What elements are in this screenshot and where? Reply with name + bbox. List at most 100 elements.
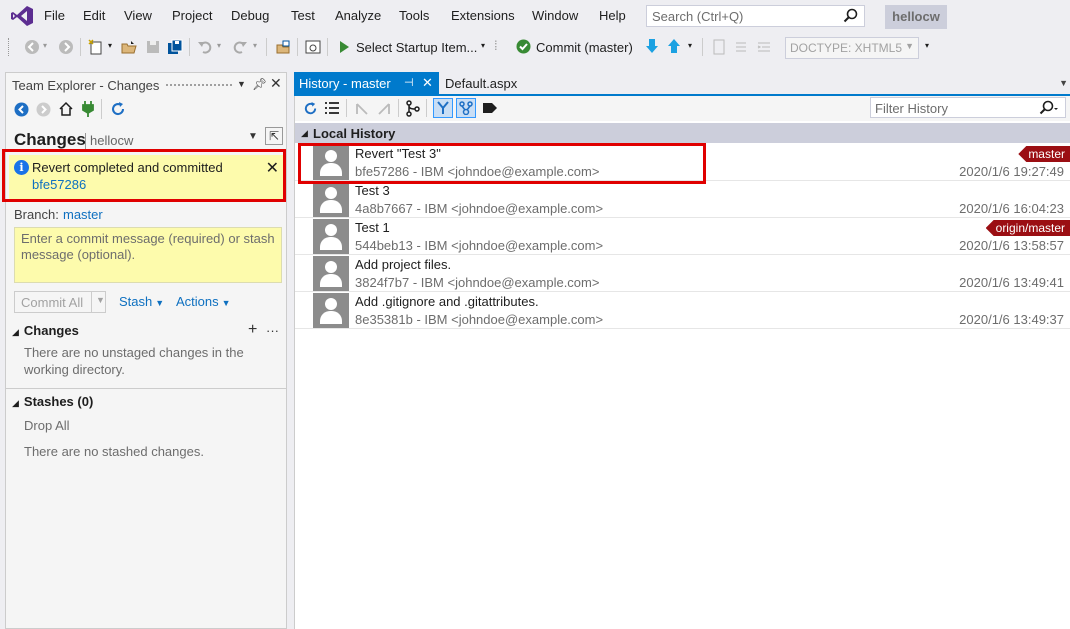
pin-icon[interactable]: 📌︎ (252, 77, 267, 91)
branch-link[interactable]: master (63, 207, 103, 222)
back-icon[interactable] (14, 102, 29, 117)
search-icon[interactable] (1039, 100, 1059, 116)
commit-row[interactable]: Add .gitignore and .gitattributes. 8e353… (295, 292, 1070, 329)
merge-icon (437, 101, 449, 114)
chevron-down-icon[interactable]: ▼ (96, 295, 105, 305)
navigate-back-icon[interactable] (24, 39, 40, 55)
comment-out-icon[interactable] (734, 39, 748, 55)
menu-file[interactable]: File (44, 8, 65, 23)
previous-commit-icon[interactable] (354, 101, 370, 117)
redo-icon[interactable] (232, 39, 248, 55)
pin-tab-icon[interactable]: ⊣ (404, 76, 414, 89)
add-icon[interactable]: + (248, 321, 257, 339)
stash-dropdown[interactable]: Stash ▼ (119, 294, 164, 309)
pull-arrow-icon[interactable] (644, 38, 660, 54)
open-file-icon[interactable] (121, 39, 137, 55)
branch-tag[interactable]: master (1018, 146, 1070, 162)
tab-history-master[interactable]: History - master ⊣ ✕ (294, 72, 439, 94)
more-icon[interactable]: ··· (266, 323, 279, 338)
author-avatar-icon (313, 256, 349, 291)
commit-row[interactable]: Test 1 544beb13 - IBM <johndoe@example.c… (295, 218, 1070, 255)
commit-master-button[interactable]: Commit (master) (536, 40, 633, 55)
new-dropdown-icon[interactable]: ▾ (108, 41, 112, 50)
new-project-icon[interactable] (88, 39, 104, 55)
filter-history-input[interactable]: Filter History (870, 97, 1066, 118)
startup-item-button[interactable]: Select Startup Item... (356, 40, 477, 55)
commit-date: 2020/1/6 13:49:37 (959, 312, 1064, 327)
redo-dropdown-icon[interactable]: ▾ (253, 41, 257, 50)
undo-dropdown-icon[interactable]: ▾ (217, 41, 221, 50)
menu-help[interactable]: Help (599, 8, 626, 23)
menu-window[interactable]: Window (532, 8, 578, 23)
quick-launch-search[interactable]: Search (Ctrl+Q) (646, 5, 865, 27)
find-in-files-icon[interactable] (275, 39, 291, 55)
stashes-section-title: Stashes (0) (23, 394, 94, 409)
collapse-triangle-icon: ◢ (301, 128, 308, 138)
list-view-icon[interactable] (324, 101, 340, 116)
solution-name-badge[interactable]: hellocw (885, 5, 947, 29)
window-position-icon[interactable]: ▼ (237, 79, 246, 89)
browser-link-icon[interactable] (305, 39, 321, 55)
drop-all-button[interactable]: Drop All (24, 417, 70, 434)
menu-test[interactable]: Test (291, 8, 315, 23)
connect-plug-icon[interactable] (82, 100, 94, 118)
startup-dropdown-icon[interactable]: ▾ (481, 41, 485, 50)
highlight-box-revert-commit (298, 143, 706, 184)
menu-tools[interactable]: Tools (399, 8, 429, 23)
stashes-section-header[interactable]: ◢ Stashes (0) (12, 394, 93, 409)
show-merges-toggle[interactable] (433, 98, 453, 118)
menu-view[interactable]: View (124, 8, 152, 23)
toolbar-overflow-icon[interactable]: ⁞ (494, 38, 498, 53)
commit-row[interactable]: Add project files. 3824f7b7 - IBM <johnd… (295, 255, 1070, 292)
repo-name: hellocw (90, 133, 134, 148)
undock-icon[interactable]: ⇱ (265, 127, 283, 145)
drag-grip[interactable] (166, 84, 232, 88)
doctype-value: DOCTYPE: XHTML5 (790, 41, 903, 55)
save-icon[interactable] (145, 39, 161, 55)
refresh-icon[interactable] (303, 101, 318, 116)
actions-dropdown[interactable]: Actions ▼ (176, 294, 231, 309)
page-title: Changes (14, 130, 86, 149)
document-icon[interactable] (712, 39, 726, 55)
save-all-icon[interactable] (167, 39, 183, 55)
tab-default-aspx[interactable]: Default.aspx (445, 76, 517, 91)
toolbar-separator (426, 99, 427, 117)
close-icon[interactable]: ✕ (270, 75, 282, 92)
menu-debug[interactable]: Debug (231, 8, 269, 23)
local-history-header[interactable]: ◢ Local History (295, 123, 1070, 143)
back-dropdown-icon[interactable]: ▾ (43, 41, 47, 50)
start-debugging-icon[interactable] (337, 40, 351, 54)
format-icon[interactable] (756, 39, 772, 55)
visual-studio-logo-icon[interactable] (11, 6, 33, 26)
menu-project[interactable]: Project (172, 8, 212, 23)
doctype-select[interactable]: DOCTYPE: XHTML5 ▼ (785, 37, 919, 59)
home-icon[interactable] (58, 101, 74, 117)
branch-tag[interactable]: origin/master (985, 220, 1070, 236)
menu-extensions[interactable]: Extensions (451, 8, 515, 23)
commit-meta: 8e35381b - IBM <johndoe@example.com> (355, 312, 604, 327)
git-dropdown-icon[interactable]: ▾ (688, 41, 692, 50)
push-arrow-icon[interactable] (666, 38, 682, 54)
menu-analyze[interactable]: Analyze (335, 8, 381, 23)
toolbar-options-icon[interactable]: ▾ (925, 41, 929, 50)
team-explorer-titlebar: Team Explorer - Changes ▼ 📌︎ ✕ (6, 73, 286, 97)
forward-icon[interactable] (36, 102, 51, 117)
local-history-title: Local History (313, 126, 396, 141)
close-tab-icon[interactable]: ✕ (422, 75, 433, 91)
tag-icon[interactable] (483, 103, 497, 113)
next-commit-icon[interactable] (376, 101, 392, 117)
commit-date: 2020/1/6 13:49:41 (959, 275, 1064, 290)
menu-bar: File Edit View Project Debug Test Analyz… (0, 0, 1070, 32)
undo-icon[interactable] (197, 39, 213, 55)
commit-row[interactable]: Test 3 4a8b7667 - IBM <johndoe@example.c… (295, 181, 1070, 218)
refresh-icon[interactable] (110, 101, 126, 117)
tab-overflow-icon[interactable]: ▼ (1059, 78, 1068, 88)
show-remote-toggle[interactable] (456, 98, 476, 118)
page-dropdown-icon[interactable]: ▼ (248, 131, 258, 142)
navigate-forward-icon[interactable] (58, 39, 74, 55)
commit-all-button[interactable]: Commit All ▼ (14, 291, 106, 313)
branch-graph-icon[interactable] (405, 100, 421, 117)
menu-edit[interactable]: Edit (83, 8, 105, 23)
commit-message-input[interactable]: Enter a commit message (required) or sta… (14, 227, 282, 283)
changes-section-header[interactable]: ◢ Changes (12, 323, 79, 338)
